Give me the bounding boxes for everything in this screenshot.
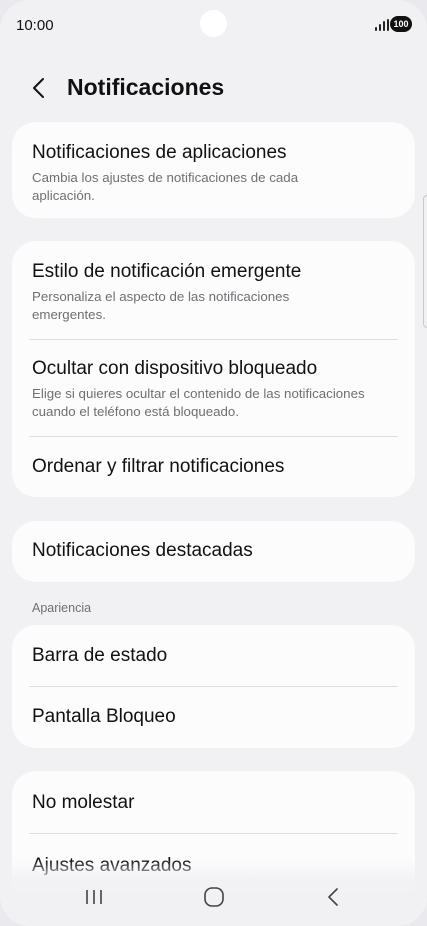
setting-sort-filter[interactable]: Ordenar y filtrar notificaciones — [12, 437, 415, 497]
section-label-appearance: Apariencia — [32, 601, 92, 615]
setting-popup-style[interactable]: Estilo de notificación emergente Persona… — [12, 241, 415, 340]
setting-app-notifications[interactable]: Notificaciones de aplicaciones Cambia lo… — [12, 122, 415, 205]
app-header: Notificaciones — [0, 64, 427, 112]
setting-title: Notificaciones de aplicaciones — [32, 142, 287, 163]
chevron-left-icon[interactable] — [27, 76, 51, 100]
navigation-bar — [0, 880, 427, 920]
setting-title: Ocultar con dispositivo bloqueado — [32, 358, 318, 379]
card-featured: Notificaciones destacadas — [12, 521, 415, 582]
back-icon[interactable] — [325, 886, 341, 908]
setting-lock-screen[interactable]: Pantalla Bloqueo — [12, 687, 415, 748]
page-title: Notificaciones — [67, 74, 225, 100]
phone-screen: 10:00 100 Notificaciones Notificaciones … — [0, 0, 427, 926]
recents-icon[interactable] — [84, 887, 104, 907]
setting-do-not-disturb[interactable]: No molestar — [12, 771, 415, 834]
status-bar: 10:00 100 — [0, 0, 427, 52]
setting-title: Pantalla Bloqueo — [32, 706, 176, 727]
setting-title: Barra de estado — [32, 645, 168, 666]
home-icon[interactable] — [203, 886, 225, 908]
setting-subtitle: Cambia los ajustes de notificaciones de … — [32, 170, 299, 203]
signal-icon — [375, 19, 389, 31]
card-app-notifications: Notificaciones de aplicaciones Cambia lo… — [12, 122, 415, 218]
status-time: 10:00 — [16, 17, 54, 34]
setting-title: No molestar — [32, 792, 135, 813]
setting-title: Ordenar y filtrar notificaciones — [32, 456, 285, 477]
setting-status-bar[interactable]: Barra de estado — [12, 625, 415, 687]
setting-subtitle: Elige si quieres ocultar el contenido de… — [32, 386, 365, 419]
setting-hide-locked[interactable]: Ocultar con dispositivo bloqueado Elige … — [12, 340, 415, 437]
setting-featured[interactable]: Notificaciones destacadas — [12, 521, 415, 563]
card-appearance: Barra de estado Pantalla Bloqueo — [12, 625, 415, 748]
battery-icon: 100 — [390, 16, 412, 32]
setting-subtitle: Personaliza el aspecto de las notificaci… — [32, 289, 290, 322]
front-camera — [200, 10, 227, 37]
scroll-indicator[interactable] — [423, 195, 427, 328]
setting-title: Notificaciones destacadas — [32, 540, 253, 561]
card-notification-style: Estilo de notificación emergente Persona… — [12, 241, 415, 497]
setting-title: Estilo de notificación emergente — [32, 261, 302, 282]
